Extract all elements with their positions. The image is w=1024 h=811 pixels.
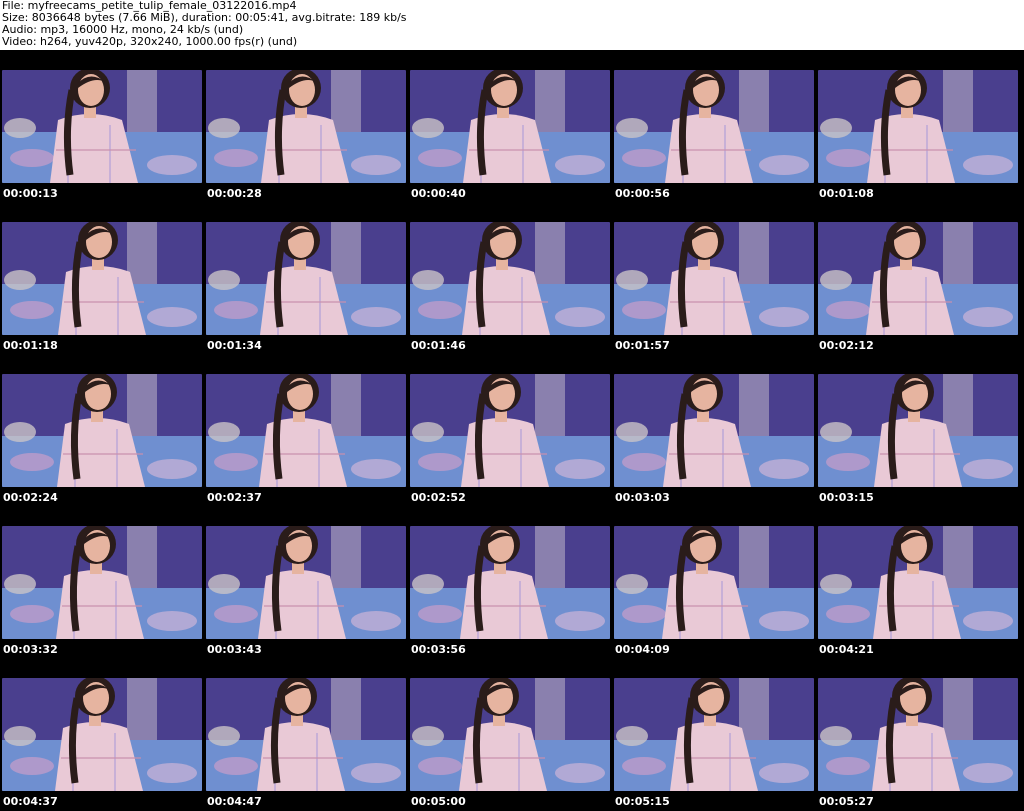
frame-timestamp: 00:02:37 — [207, 491, 262, 504]
frame-cell: 00:02:24 — [0, 354, 204, 506]
frame-cell: 00:03:15 — [816, 354, 1020, 506]
frame-thumbnail — [410, 222, 610, 335]
file-info-header: File: myfreecams_petite_tulip_female_031… — [0, 0, 1024, 50]
frame-timestamp: 00:01:46 — [411, 339, 466, 352]
frame-cell: 00:04:09 — [612, 506, 816, 658]
frame-cell: 00:00:56 — [612, 50, 816, 202]
frame-thumbnail — [410, 70, 610, 183]
frame-thumbnail — [614, 526, 814, 639]
frame-timestamp: 00:02:12 — [819, 339, 874, 352]
frame-cell: 00:05:00 — [408, 658, 612, 810]
frame-cell: 00:01:18 — [0, 202, 204, 354]
frame-thumbnail — [818, 222, 1018, 335]
frame-cell: 00:04:21 — [816, 506, 1020, 658]
frame-cell: 00:01:08 — [816, 50, 1020, 202]
frame-thumbnail — [206, 222, 406, 335]
frame-cell: 00:02:37 — [204, 354, 408, 506]
frame-timestamp: 00:01:34 — [207, 339, 262, 352]
frame-thumbnail — [410, 374, 610, 487]
frame-timestamp: 00:04:21 — [819, 643, 874, 656]
frame-cell: 00:03:43 — [204, 506, 408, 658]
frame-thumbnail — [614, 678, 814, 791]
frame-timestamp: 00:02:24 — [3, 491, 58, 504]
frame-cell: 00:00:13 — [0, 50, 204, 202]
frame-timestamp: 00:03:15 — [819, 491, 874, 504]
frame-thumbnail — [206, 70, 406, 183]
frame-timestamp: 00:03:56 — [411, 643, 466, 656]
frame-thumbnail — [818, 678, 1018, 791]
frame-cell: 00:03:56 — [408, 506, 612, 658]
frame-timestamp: 00:00:28 — [207, 187, 262, 200]
frame-cell: 00:01:34 — [204, 202, 408, 354]
frame-cell: 00:02:12 — [816, 202, 1020, 354]
frame-cell: 00:05:15 — [612, 658, 816, 810]
frame-thumbnail — [818, 70, 1018, 183]
frame-thumbnail — [2, 70, 202, 183]
frame-thumbnail — [2, 374, 202, 487]
frame-thumbnail — [2, 222, 202, 335]
frame-cell: 00:01:57 — [612, 202, 816, 354]
frame-cell: 00:02:52 — [408, 354, 612, 506]
frame-timestamp: 00:01:18 — [3, 339, 58, 352]
frame-thumbnail — [614, 222, 814, 335]
frame-timestamp: 00:03:03 — [615, 491, 670, 504]
frame-timestamp: 00:04:37 — [3, 795, 58, 808]
frame-thumbnail — [2, 526, 202, 639]
frame-timestamp: 00:05:00 — [411, 795, 466, 808]
frame-cell: 00:04:47 — [204, 658, 408, 810]
frame-thumbnail — [614, 374, 814, 487]
frame-cell: 00:05:27 — [816, 658, 1020, 810]
frame-thumbnail — [206, 678, 406, 791]
frame-thumbnail — [818, 374, 1018, 487]
thumbnail-grid: 00:00:13 00:00:28 00:00:40 00:00:56 00:01:08… — [0, 50, 1024, 811]
frame-cell: 00:04:37 — [0, 658, 204, 810]
frame-thumbnail — [206, 526, 406, 639]
frame-timestamp: 00:01:08 — [819, 187, 874, 200]
frame-thumbnail — [614, 70, 814, 183]
frame-timestamp: 00:05:15 — [615, 795, 670, 808]
frame-timestamp: 00:03:32 — [3, 643, 58, 656]
frame-timestamp: 00:02:52 — [411, 491, 466, 504]
frame-timestamp: 00:01:57 — [615, 339, 670, 352]
frame-timestamp: 00:04:47 — [207, 795, 262, 808]
frame-timestamp: 00:00:13 — [3, 187, 58, 200]
frame-thumbnail — [818, 526, 1018, 639]
frame-cell: 00:03:32 — [0, 506, 204, 658]
frame-timestamp: 00:00:56 — [615, 187, 670, 200]
frame-thumbnail — [410, 526, 610, 639]
frame-timestamp: 00:03:43 — [207, 643, 262, 656]
frame-cell: 00:03:03 — [612, 354, 816, 506]
frame-timestamp: 00:05:27 — [819, 795, 874, 808]
frame-cell: 00:01:46 — [408, 202, 612, 354]
frame-cell: 00:00:28 — [204, 50, 408, 202]
frame-thumbnail — [410, 678, 610, 791]
frame-timestamp: 00:00:40 — [411, 187, 466, 200]
frame-thumbnail — [206, 374, 406, 487]
video-line: Video: h264, yuv420p, 320x240, 1000.00 f… — [2, 35, 298, 48]
frame-thumbnail — [2, 678, 202, 791]
frame-cell: 00:00:40 — [408, 50, 612, 202]
frame-timestamp: 00:04:09 — [615, 643, 670, 656]
